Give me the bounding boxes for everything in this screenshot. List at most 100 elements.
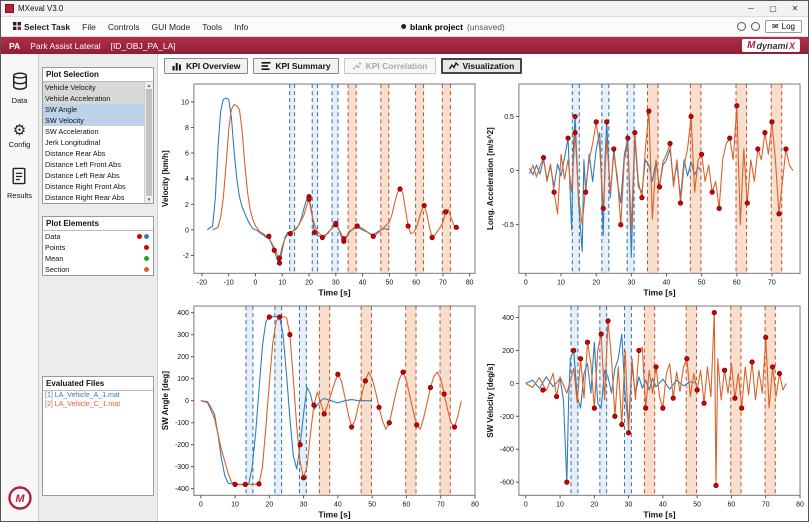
- svg-text:50: 50: [693, 501, 701, 508]
- plot-selection-item-vehicle-velocity[interactable]: Vehicle Velocity: [43, 82, 144, 93]
- svg-text:0: 0: [199, 501, 203, 508]
- plot-selection-item-jerk-longitudinal[interactable]: Jerk Longitudinal: [43, 137, 144, 148]
- plot-selection-item-sw-angle[interactable]: SW Angle: [43, 104, 144, 115]
- brand-name: dynami: [756, 40, 788, 51]
- minimize-button[interactable]: ─: [742, 4, 760, 13]
- menu-label: File: [82, 21, 96, 32]
- mdynamix-logo: M dynami X: [742, 39, 800, 52]
- tab-label: KPI Summary: [275, 61, 331, 71]
- plot-selection-item-distance-rear-abs[interactable]: Distance Rear Abs: [43, 148, 144, 159]
- svg-text:0: 0: [185, 398, 189, 405]
- close-button[interactable]: ✕: [786, 4, 804, 13]
- plot-selection-scrollbar[interactable]: ▲ ▼: [144, 82, 153, 203]
- chart-sw-velocity: 0 10 20 30 40 50 60 70 80 -600 -400 -200 0 200 400 SW V…: [486, 305, 804, 519]
- kpi-correlation-icon: [352, 61, 362, 71]
- visualization-icon: [448, 61, 459, 71]
- plot-selection-item-distance-left-rear-abs[interactable]: Distance Left Rear Abs: [43, 170, 144, 181]
- chart-cell-long-acceleration: 0 10 20 30 40 50 60 70 -0.5 0 0.5 Long. Acceleratio…: [483, 78, 808, 300]
- svg-text:-200: -200: [500, 413, 514, 420]
- svg-text:-100: -100: [175, 420, 189, 427]
- plot-element-points[interactable]: Points: [43, 242, 153, 253]
- plot-elements-group: Plot Elements Data Points Mean Section: [42, 216, 154, 276]
- menu-tools[interactable]: Tools: [196, 20, 228, 34]
- icon-sidebar: Data ⚙ Config Results M: [1, 54, 39, 521]
- plot-selection-list: Vehicle Velocity Vehicle Acceleration SW A…: [43, 82, 144, 203]
- plot-selection-item-sw-velocity[interactable]: SW Velocity: [43, 115, 144, 126]
- plot-elements-list: Data Points Mean Section: [43, 231, 153, 275]
- menu-controls[interactable]: Controls: [102, 20, 146, 34]
- svg-text:70: 70: [437, 501, 445, 508]
- evaluated-files-title: Evaluated Files: [43, 377, 153, 391]
- menu-file[interactable]: File: [76, 20, 102, 34]
- menu-info[interactable]: Info: [228, 20, 254, 34]
- svg-text:70: 70: [439, 279, 447, 286]
- project-name: blank project: [410, 21, 463, 32]
- svg-text:400: 400: [177, 310, 189, 317]
- evaluated-file-item[interactable]: [1] LA_Vehicle_A_1.mat: [43, 391, 153, 400]
- tab-kpi-overview[interactable]: KPI Overview: [164, 58, 249, 74]
- maximize-button[interactable]: ▢: [764, 4, 782, 13]
- scrollbar-thumb[interactable]: [146, 89, 152, 196]
- legend-dot-icon: [137, 234, 142, 239]
- breadcrumb-title: Park Assist Lateral: [30, 40, 101, 51]
- evaluated-files-group: Evaluated Files [1] LA_Vehicle_A_1.mat [2…: [42, 376, 154, 496]
- svg-text:80: 80: [466, 279, 474, 286]
- menu-gui-mode[interactable]: GUI Mode: [146, 20, 197, 34]
- svg-text:300: 300: [177, 332, 189, 339]
- menubar: Select Task File Controls GUI Mode Tools Info…: [1, 17, 808, 37]
- plot-selection-item-distance-left-front-abs[interactable]: Distance Left Front Abs: [43, 159, 144, 170]
- plot-selection-item-vehicle-acceleration[interactable]: Vehicle Acceleration: [43, 93, 144, 104]
- svg-text:-400: -400: [175, 486, 189, 493]
- plot-elements-title: Plot Elements: [43, 217, 153, 231]
- plot-element-data[interactable]: Data: [43, 231, 153, 242]
- tab-kpi-summary[interactable]: KPI Summary: [253, 58, 339, 74]
- svg-text:4: 4: [185, 176, 189, 183]
- evaluated-file-item[interactable]: [2] LA_Vehicle_C_1.mat: [43, 400, 153, 409]
- chart-long-acceleration: 0 10 20 30 40 50 60 70 -0.5 0 0.5 Long. Acceleratio…: [486, 83, 801, 297]
- scroll-up-icon[interactable]: ▲: [147, 83, 151, 88]
- svg-text:80: 80: [471, 501, 479, 508]
- tab-visualization[interactable]: Visualization: [440, 58, 523, 74]
- evaluated-files-list: [1] LA_Vehicle_A_1.mat [2] LA_Vehicle_C_1…: [43, 391, 153, 495]
- plot-selection-item-distance-right-rear-abs[interactable]: Distance Right Rear Abs: [43, 192, 144, 203]
- plot-selection-item-distance-right-front-abs[interactable]: Distance Right Front Abs: [43, 181, 144, 192]
- plot-element-section[interactable]: Section: [43, 264, 153, 275]
- plot-selection-item-sw-acceleration[interactable]: SW Acceleration: [43, 126, 144, 137]
- svg-text:100: 100: [177, 376, 189, 383]
- log-button[interactable]: ✉ Log: [764, 20, 802, 33]
- menu-select-task[interactable]: Select Task: [7, 20, 76, 34]
- svg-text:10: 10: [556, 501, 564, 508]
- legend-dots-icon: [144, 267, 151, 272]
- gear-icon: ⚙: [12, 122, 27, 139]
- log-label: Log: [781, 22, 795, 31]
- power-icon[interactable]: [750, 22, 760, 31]
- svg-text:0: 0: [254, 279, 258, 286]
- plot-selection-title: Plot Selection: [43, 68, 153, 82]
- tab-label: Visualization: [462, 61, 515, 71]
- task-grid-icon: [13, 21, 21, 32]
- svg-text:0: 0: [524, 501, 528, 508]
- svg-text:Time [s]: Time [s]: [643, 509, 675, 519]
- svg-text:20: 20: [305, 279, 313, 286]
- svg-text:60: 60: [412, 279, 420, 286]
- sidebar-label-results: Results: [6, 191, 32, 200]
- svg-text:30: 30: [300, 501, 308, 508]
- svg-text:Time [s]: Time [s]: [318, 509, 350, 519]
- svg-text:M: M: [15, 493, 25, 505]
- svg-text:60: 60: [403, 501, 411, 508]
- sidebar-item-data[interactable]: Data: [11, 72, 29, 105]
- plot-element-mean[interactable]: Mean: [43, 253, 153, 264]
- status-circle-icon[interactable]: [736, 22, 746, 31]
- sidebar-item-results[interactable]: Results: [7, 167, 32, 200]
- scroll-down-icon[interactable]: ▼: [147, 197, 151, 202]
- breadcrumb-bar: PA Park Assist Lateral [ID_OBJ_PA_LA] M …: [1, 37, 808, 54]
- plot-element-label: Mean: [45, 254, 64, 263]
- sidebar-label-data: Data: [11, 96, 28, 105]
- side-panel: Plot Selection Vehicle Velocity Vehicle A…: [39, 54, 157, 521]
- titlebar: MXeval V3.0 ─ ▢ ✕: [1, 1, 808, 17]
- svg-text:-0.5: -0.5: [502, 222, 514, 229]
- tab-kpi-correlation: KPI Correlation: [343, 58, 436, 74]
- brand-x: X: [788, 40, 795, 51]
- chart-cell-velocity: -20 -10 0 10 20 30 40 50 60 70 80 -2 0 2 4 6 8 10 Velocity…: [158, 78, 483, 300]
- sidebar-item-config[interactable]: ⚙ Config: [9, 122, 31, 150]
